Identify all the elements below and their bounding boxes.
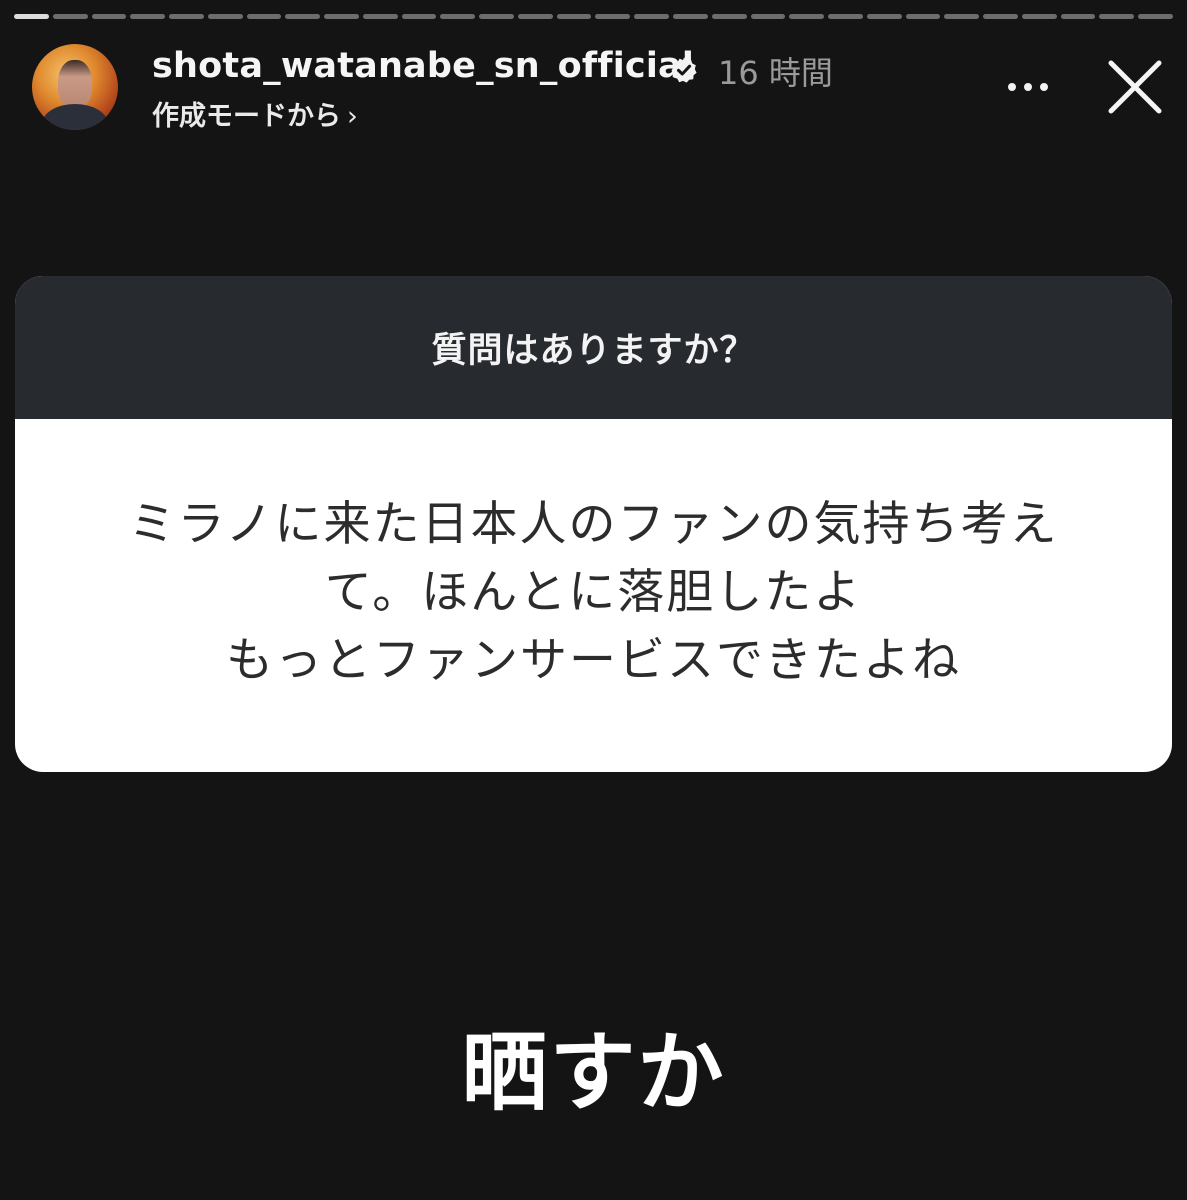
- progress-segment: [673, 14, 708, 19]
- progress-segment: [944, 14, 980, 19]
- story-progress-bar: [14, 14, 1173, 19]
- question-answer: ミラノに来た日本人のファンの気持ち考え て。ほんとに落胆したよ もっとファンサー…: [128, 491, 1058, 695]
- progress-segment: [711, 14, 747, 19]
- progress-segment: [91, 14, 127, 19]
- created-from-label[interactable]: 作成モードから ›: [152, 94, 358, 133]
- close-icon[interactable]: [1106, 58, 1164, 116]
- progress-segment: [207, 14, 243, 19]
- story-reply-caption: 晒すか: [461, 1023, 726, 1123]
- progress-segment: [440, 14, 476, 19]
- story-header: shota_watanabe_sn_official 16 時間 作成モードから…: [32, 44, 1163, 134]
- answer-line: て。ほんとに落胆したよ: [324, 564, 863, 620]
- progress-segment: [324, 14, 359, 19]
- progress-segment: [1138, 14, 1173, 19]
- answer-line: もっとファンサービスできたよね: [226, 632, 961, 688]
- progress-segment: [1021, 14, 1057, 19]
- progress-segment: [130, 14, 166, 19]
- progress-segment: [169, 14, 204, 19]
- progress-segment: [52, 14, 88, 19]
- progress-segment: [556, 14, 592, 19]
- progress-segment: [14, 14, 49, 19]
- verified-badge-icon: [671, 57, 697, 83]
- question-sticker-header: 質問はありますか？: [15, 276, 1172, 419]
- progress-segment: [1099, 14, 1135, 19]
- progress-segment: [750, 14, 786, 19]
- progress-segment: [1060, 14, 1096, 19]
- progress-segment: [983, 14, 1018, 19]
- post-time: 16 時間: [718, 54, 833, 92]
- progress-segment: [828, 14, 863, 19]
- question-sticker-body: ミラノに来た日本人のファンの気持ち考え て。ほんとに落胆したよ もっとファンサー…: [15, 419, 1172, 772]
- question-prompt: 質問はありますか？: [431, 331, 756, 371]
- progress-segment: [595, 14, 631, 19]
- progress-segment: [285, 14, 321, 19]
- progress-segment: [634, 14, 670, 19]
- question-sticker-card: 質問はありますか？ ミラノに来た日本人のファンの気持ち考え て。ほんとに落胆した…: [15, 276, 1172, 772]
- progress-segment: [401, 14, 437, 19]
- progress-segment: [362, 14, 398, 19]
- more-horizontal-icon[interactable]: [1004, 72, 1052, 102]
- chevron-right-icon: ›: [347, 101, 358, 132]
- answer-line: ミラノに来た日本人のファンの気持ち考え: [128, 496, 1059, 552]
- progress-segment: [517, 14, 553, 19]
- progress-segment: [905, 14, 941, 19]
- username[interactable]: shota_watanabe_sn_official: [152, 46, 694, 86]
- progress-segment: [479, 14, 514, 19]
- progress-segment: [789, 14, 825, 19]
- profile-avatar[interactable]: [32, 44, 118, 130]
- progress-segment: [866, 14, 902, 19]
- created-from-text: 作成モードから: [152, 101, 341, 132]
- progress-segment: [246, 14, 282, 19]
